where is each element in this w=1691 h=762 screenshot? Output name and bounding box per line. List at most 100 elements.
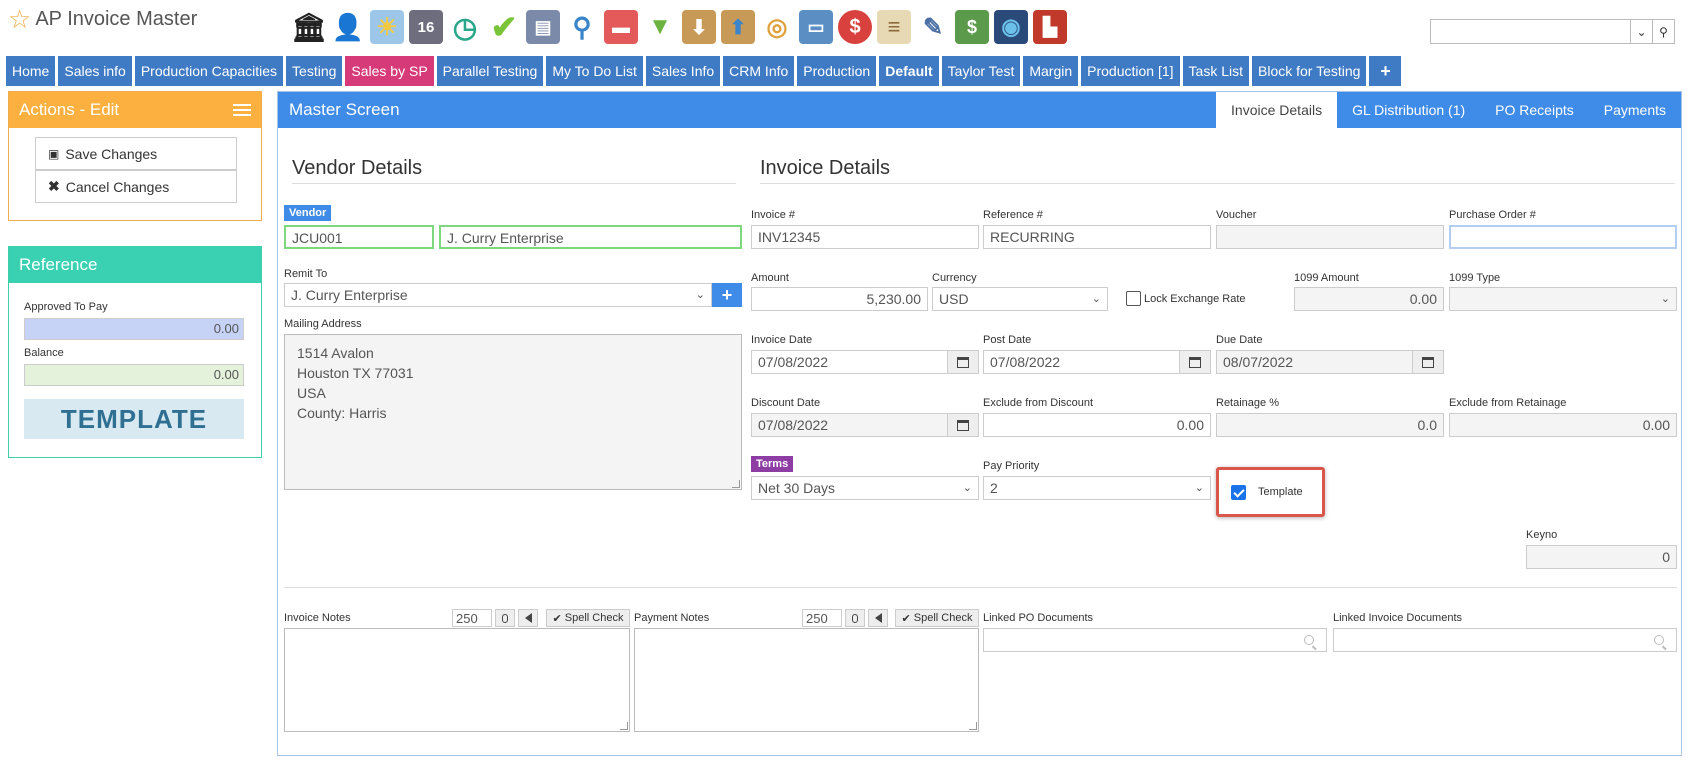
exclude-discount-field[interactable]: 0.00 [983,413,1211,437]
due-date-calendar-button[interactable] [1412,350,1444,374]
chevron-down-icon[interactable]: ⌄ [1631,19,1653,44]
magnifier-icon[interactable]: ⚲ [565,10,599,44]
amount-field[interactable]: 5,230.00 [751,287,928,311]
globe-device-icon[interactable]: ◉ [994,10,1028,44]
invoice-number-field[interactable]: INV12345 [751,225,979,249]
linked-invoice-documents-field[interactable] [1333,628,1677,652]
menu-icon[interactable] [233,104,251,116]
invoice-date-field[interactable]: 07/08/2022 [751,350,948,374]
tab-payments[interactable]: Payments [1589,92,1681,128]
keyno-label: Keyno [1526,529,1558,541]
spell-check-label: Spell Check [564,612,624,624]
type-1099-select[interactable]: ⌄ [1449,287,1677,311]
nav-tab-my-to-do-list[interactable]: My To Do List [546,56,643,86]
app-header: ☆ AP Invoice Master [8,6,197,32]
tab-gl-distribution[interactable]: GL Distribution (1) [1337,92,1480,128]
template-checkbox[interactable] [1231,484,1246,500]
mailing-address-textarea[interactable]: 1514 Avalon Houston TX 77031 USA County:… [284,334,742,490]
invoice-notes-char-count: 250 [452,609,492,627]
coins-icon[interactable]: ◎ [760,10,794,44]
currency-select[interactable]: USD ⌄ [932,287,1108,311]
save-changes-button[interactable]: ▣ Save Changes [35,137,237,170]
linked-po-documents-field[interactable] [983,628,1327,652]
resize-handle[interactable] [732,480,740,488]
monitor-icon[interactable]: ▤ [526,10,560,44]
nav-tab-production-capacities[interactable]: Production Capacities [134,56,284,86]
factory-icon[interactable]: ▙ [1033,10,1067,44]
add-remit-button[interactable]: + [712,283,742,307]
resize-handle[interactable] [969,722,977,730]
calendar-16-icon[interactable]: 16 [409,10,443,44]
discount-date-calendar-button[interactable] [947,413,979,437]
retainage-field: 0.0 [1216,413,1444,437]
cancel-changes-button[interactable]: ✖ Cancel Changes [35,170,237,203]
presentation-icon[interactable]: ▭ [799,10,833,44]
nav-tab-taylor-test[interactable]: Taylor Test [941,56,1021,86]
bank-icon[interactable]: 🏛 [291,10,327,44]
nav-tab-production[interactable]: Production [797,56,877,86]
exclude-retainage-field: 0.00 [1449,413,1677,437]
nav-tab-default[interactable]: Default [879,56,939,86]
tab-po-receipts[interactable]: PO Receipts [1480,92,1589,128]
terms-select[interactable]: Net 30 Days ⌄ [751,476,979,500]
purchase-order-field[interactable] [1449,225,1677,249]
user-icon[interactable]: 👤 [331,10,365,44]
checkmark-icon[interactable]: ✔ [487,9,521,45]
nav-tab-task-list[interactable]: Task List [1182,56,1249,86]
search-input[interactable] [1430,19,1631,44]
clipboard-icon[interactable]: ≡ [877,10,911,44]
nav-tab-production-1[interactable]: Production [1] [1081,56,1180,86]
type-1099-label: 1099 Type [1449,272,1501,284]
microphone-icon[interactable] [495,609,515,627]
remit-to-select[interactable]: J. Curry Enterprise ⌄ [284,283,712,307]
lock-exchange-rate-checkbox[interactable] [1126,291,1141,306]
nav-tab-sales-by-sp[interactable]: Sales by SP [345,56,434,86]
nav-tab-parallel-testing[interactable]: Parallel Testing [436,56,544,86]
add-tab-button[interactable]: + [1369,56,1402,86]
invoice-date-calendar-button[interactable] [947,350,979,374]
invoice-notes-textarea[interactable] [284,628,630,732]
vendor-name-field[interactable]: J. Curry Enterprise [439,225,742,249]
reference-number-field[interactable]: RECURRING [983,225,1211,249]
pay-priority-select[interactable]: 2 ⌄ [983,476,1211,500]
microphone-icon[interactable] [845,609,865,627]
payment-notes-spell-check-button[interactable]: ✔ Spell Check [895,609,979,627]
global-search: ⌄ ⚲ [1430,19,1675,44]
truck-icon[interactable]: ▬ [604,10,638,44]
nav-tab-margin[interactable]: Margin [1023,56,1079,86]
clock-icon[interactable]: ◷ [448,10,482,44]
nav-tab-testing[interactable]: Testing [286,56,343,86]
resize-handle[interactable] [620,722,628,730]
checkmark-icon: ✔ [901,612,911,625]
chevron-down-icon: ⌄ [695,289,705,301]
search-icon[interactable]: ⚲ [1653,19,1675,44]
vendor-code-field[interactable]: JCU001 [284,225,434,249]
invoice-notes-spell-check-button[interactable]: ✔ Spell Check [546,609,630,627]
approved-to-pay-value: 0.00 [24,318,244,340]
payment-notes-textarea[interactable] [634,628,979,732]
basket-icon[interactable]: ▼ [643,10,677,44]
discount-date-field[interactable]: 07/08/2022 [751,413,948,437]
mailing-address-label: Mailing Address [284,318,362,330]
speaker-icon[interactable] [868,609,888,627]
master-header: Master Screen Invoice Details GL Distrib… [278,92,1681,128]
dollar-bubble-icon[interactable]: $ [838,10,872,44]
inbox-download-icon[interactable]: ⬇ [682,10,716,44]
template-highlight: Template [1216,467,1325,517]
nav-tab-block-for-testing[interactable]: Block for Testing [1252,56,1367,86]
pencil-icon[interactable]: ✎ [916,10,950,44]
nav-tab-home[interactable]: Home [6,56,56,86]
nav-tab-crm-info[interactable]: CRM Info [723,56,795,86]
nav-tab-sales-info-2[interactable]: Sales Info [645,56,721,86]
post-date-calendar-button[interactable] [1179,350,1211,374]
weather-icon[interactable]: ☀ [370,10,404,44]
due-date-field[interactable]: 08/07/2022 [1216,350,1413,374]
nav-tab-sales-info[interactable]: Sales info [58,56,132,86]
tab-invoice-details[interactable]: Invoice Details [1216,92,1338,128]
post-date-field[interactable]: 07/08/2022 [983,350,1180,374]
speaker-icon[interactable] [518,609,538,627]
favorite-star-icon[interactable]: ☆ [8,6,31,32]
money-icon[interactable]: $ [955,10,989,44]
inbox-upload-icon[interactable]: ⬆ [721,10,755,44]
calendar-icon [957,356,969,368]
